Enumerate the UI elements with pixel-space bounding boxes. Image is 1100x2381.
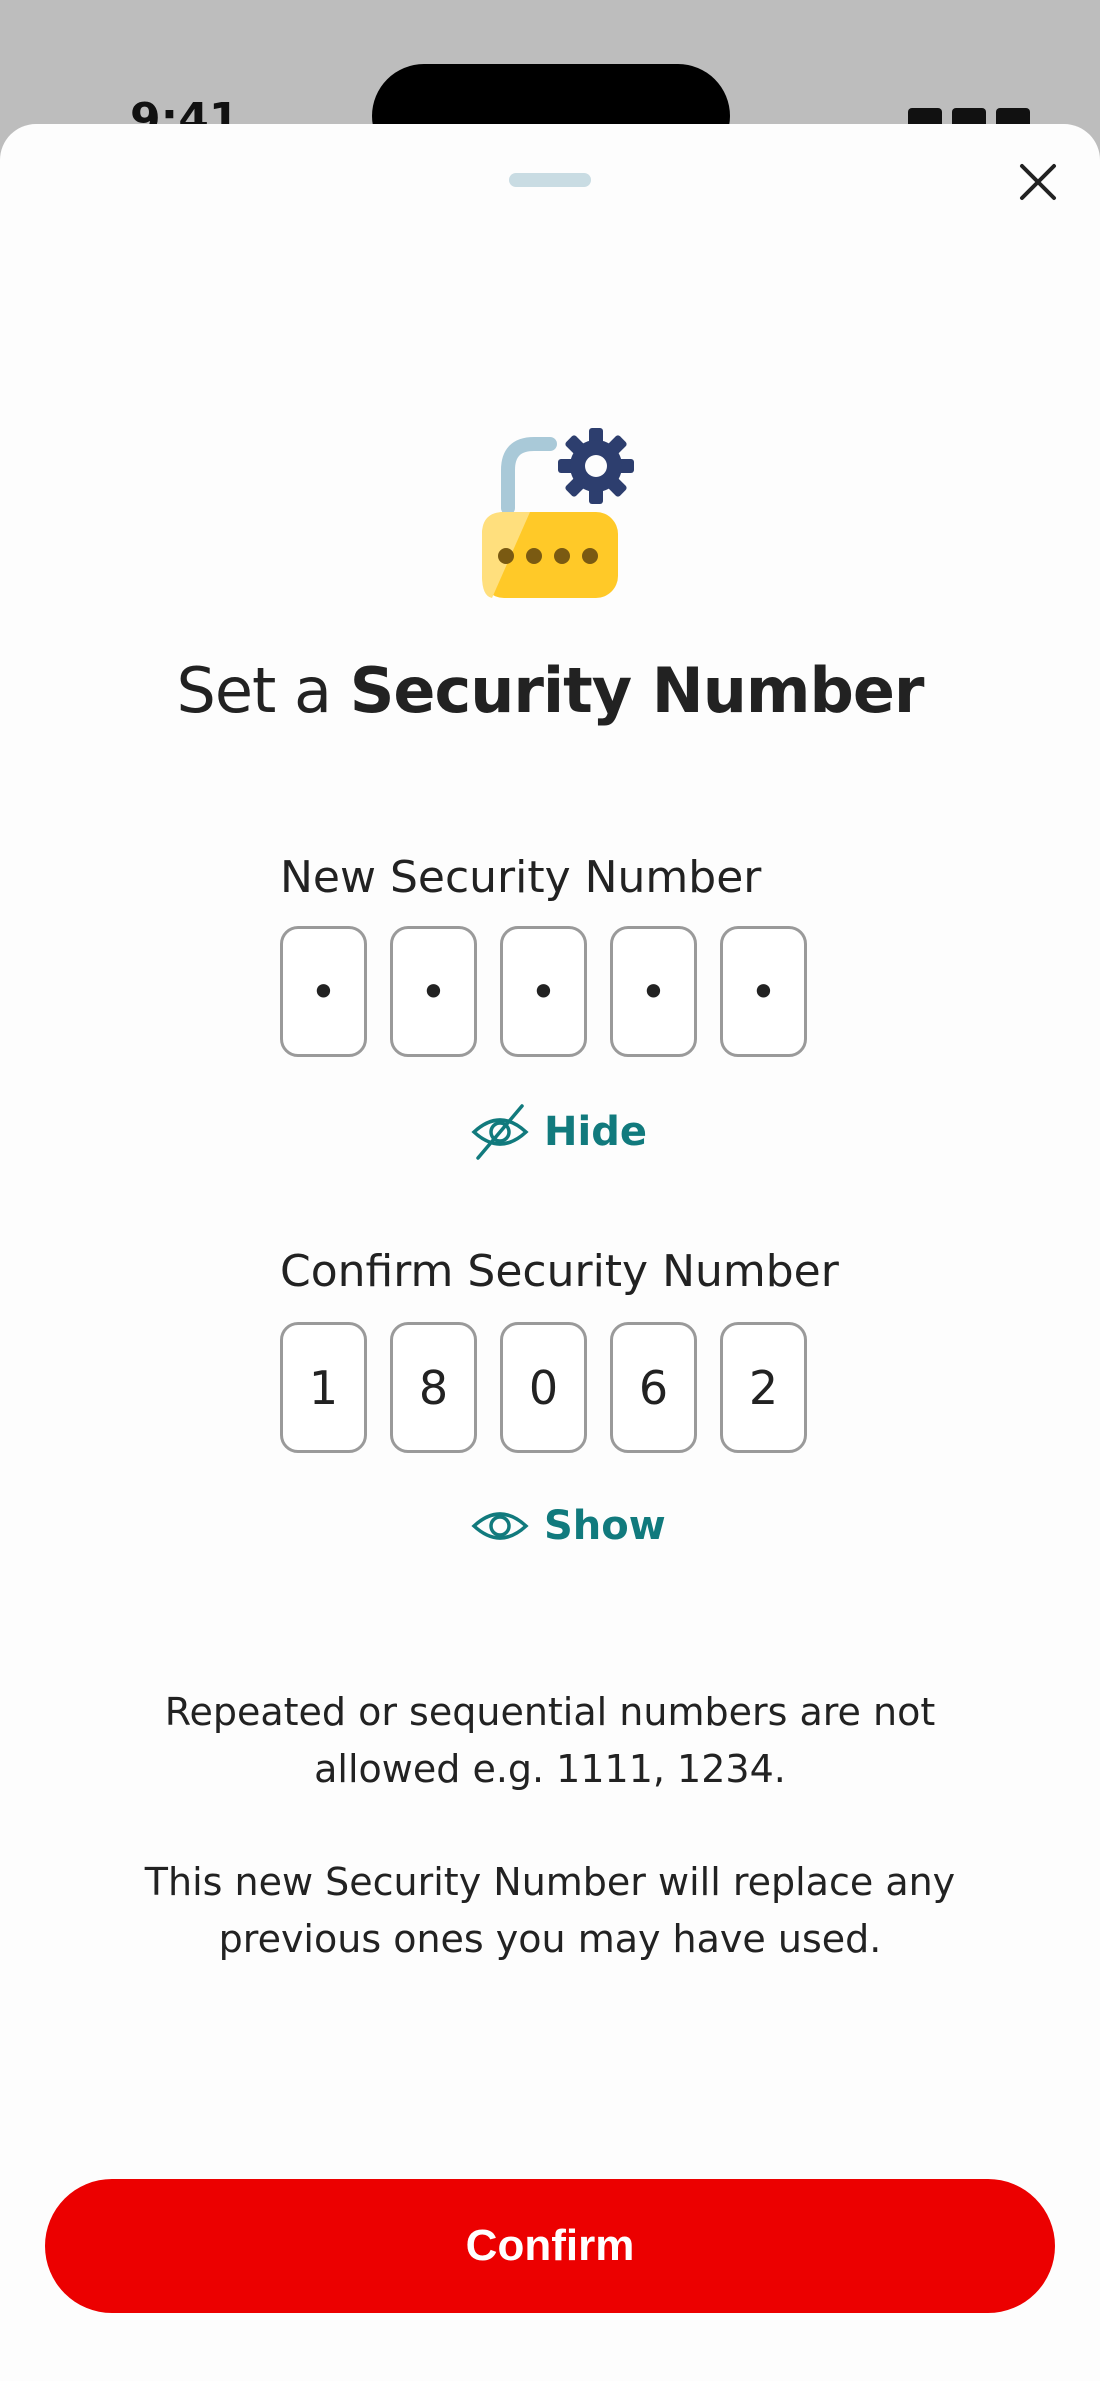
hide-label: Hide xyxy=(544,1109,647,1155)
eye-icon xyxy=(471,1512,529,1540)
confirm-number-inputs: 1 8 0 6 2 xyxy=(280,1322,807,1453)
confirm-number-label: Confirm Security Number xyxy=(280,1246,839,1297)
confirm-digit-4[interactable]: 6 xyxy=(610,1322,697,1453)
show-toggle[interactable]: Show xyxy=(470,1496,666,1556)
status-bar: 9:41 xyxy=(0,0,1100,168)
page-title: Set a Security Number xyxy=(0,654,1100,728)
show-label: Show xyxy=(544,1503,666,1549)
new-digit-2[interactable]: • xyxy=(390,926,477,1057)
confirm-digit-3[interactable]: 0 xyxy=(500,1322,587,1453)
new-digit-1[interactable]: • xyxy=(280,926,367,1057)
bottom-sheet: Set a Security Number New Security Numbe… xyxy=(0,124,1100,2381)
confirm-digit-2[interactable]: 8 xyxy=(390,1322,477,1453)
hide-toggle[interactable]: Hide xyxy=(470,1102,647,1162)
sheet-grabber[interactable] xyxy=(509,173,591,187)
new-digit-5[interactable]: • xyxy=(720,926,807,1057)
new-digit-3[interactable]: • xyxy=(500,926,587,1057)
eye-off-icon xyxy=(471,1104,529,1160)
new-number-inputs: • • • • • xyxy=(280,926,807,1057)
confirm-button[interactable]: Confirm xyxy=(45,2179,1055,2313)
rule-line-1: Repeated or sequential numbers are not xyxy=(164,1690,936,1734)
new-number-label: New Security Number xyxy=(280,852,762,903)
padlock-settings-icon xyxy=(482,428,634,598)
rule-text: Repeated or sequential numbers are not a… xyxy=(0,1684,1100,1798)
confirm-digit-5[interactable]: 2 xyxy=(720,1322,807,1453)
rule-line-2: allowed e.g. 1111, 1234. xyxy=(314,1747,786,1791)
confirm-digit-1[interactable]: 1 xyxy=(280,1322,367,1453)
replace-line-2: previous ones you may have used. xyxy=(218,1917,882,1961)
new-digit-4[interactable]: • xyxy=(610,926,697,1057)
close-button[interactable] xyxy=(1010,154,1066,210)
close-icon xyxy=(1020,164,1056,200)
replace-text: This new Security Number will replace an… xyxy=(0,1854,1100,1968)
title-emphasis: Security Number xyxy=(349,654,925,727)
replace-line-1: This new Security Number will replace an… xyxy=(144,1860,956,1904)
title-prefix: Set a xyxy=(176,654,350,727)
